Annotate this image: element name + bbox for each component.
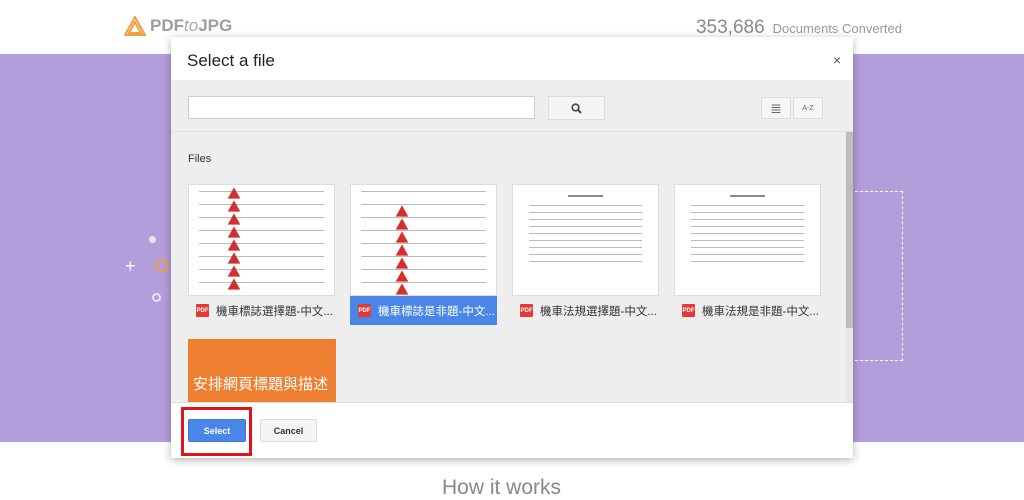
file-name: 機車法規是非題-中文... bbox=[702, 305, 819, 318]
dialog-title: Select a file bbox=[187, 51, 275, 70]
file-thumbnail bbox=[350, 184, 497, 296]
list-icon: ≣ bbox=[770, 99, 782, 116]
list-view-button[interactable]: ≣ bbox=[761, 97, 791, 119]
warning-sign-icon bbox=[395, 218, 409, 230]
circle-decoration-icon bbox=[155, 259, 168, 272]
warning-sign-icon bbox=[395, 270, 409, 282]
pdf-icon: PDF bbox=[196, 304, 209, 317]
image-tile-text: 安排網頁標題與描述 bbox=[193, 376, 329, 393]
count-label: Documents Converted bbox=[772, 21, 902, 36]
file-tile[interactable]: PDF 機車標誌選擇題-中文... bbox=[188, 184, 335, 325]
search-button[interactable] bbox=[548, 96, 605, 120]
warning-sign-icon bbox=[227, 187, 241, 199]
file-thumbnail bbox=[188, 184, 335, 296]
toolbar: ≣ A-Z bbox=[171, 80, 853, 132]
scrollbar-thumb[interactable] bbox=[846, 132, 853, 328]
close-icon[interactable]: × bbox=[833, 52, 841, 68]
sort-az-icon: A-Z bbox=[802, 104, 814, 112]
file-picker-dialog: Select a file × ≣ A-Z Files PDF 機車標誌選擇題-中… bbox=[171, 37, 853, 458]
warning-sign-icon bbox=[227, 265, 241, 277]
logo-text: PDF bbox=[150, 16, 184, 35]
file-thumbnail bbox=[512, 184, 659, 296]
dot-decoration-icon bbox=[149, 236, 156, 243]
warning-sign-icon bbox=[395, 257, 409, 269]
warning-sign-icon bbox=[395, 205, 409, 217]
warning-sign-icon bbox=[395, 283, 409, 295]
logo-text-to: to bbox=[184, 16, 199, 35]
warning-sign-icon bbox=[227, 239, 241, 251]
files-section-label: Files bbox=[188, 153, 212, 165]
warning-sign-icon bbox=[227, 200, 241, 212]
file-label: PDF 機車法規選擇題-中文... bbox=[512, 296, 659, 325]
warning-sign-icon bbox=[227, 213, 241, 225]
dropzone-outline bbox=[850, 191, 903, 361]
file-tile[interactable]: PDF 機車法規選擇題-中文... bbox=[512, 184, 659, 325]
dialog-footer: Select Cancel bbox=[171, 402, 853, 458]
file-label: PDF 機車法規是非題-中文... bbox=[674, 296, 821, 325]
documents-counter: 353,686 Documents Converted bbox=[696, 17, 902, 39]
file-tile-image[interactable]: 安排網頁標題與描述 bbox=[188, 339, 336, 402]
logo-icon bbox=[124, 16, 146, 36]
count-value: 353,686 bbox=[695, 17, 765, 38]
file-name: 機車法規選擇題-中文... bbox=[540, 305, 657, 318]
pdf-icon: PDF bbox=[520, 304, 533, 317]
warning-sign-icon bbox=[395, 244, 409, 256]
logo[interactable]: PDFtoJPG bbox=[124, 16, 232, 36]
warning-sign-icon bbox=[227, 252, 241, 264]
file-name: 機車標誌是非題-中文... bbox=[378, 305, 495, 318]
search-icon bbox=[571, 102, 582, 114]
pdf-icon: PDF bbox=[358, 304, 371, 317]
cancel-button[interactable]: Cancel bbox=[260, 419, 317, 442]
file-tile[interactable]: PDF 機車法規是非題-中文... bbox=[674, 184, 821, 325]
file-label: PDF 機車標誌是非題-中文... bbox=[350, 296, 497, 325]
file-tile[interactable]: PDF 機車標誌是非題-中文... bbox=[350, 184, 497, 325]
dialog-body: ≣ A-Z Files PDF 機車標誌選擇題-中文... PDF 機車標誌是非題-中… bbox=[171, 80, 853, 402]
warning-sign-icon bbox=[395, 231, 409, 243]
logo-text-end: JPG bbox=[198, 16, 233, 35]
plus-decoration-icon: + bbox=[125, 256, 136, 276]
how-it-works-heading: How it works bbox=[442, 476, 562, 499]
sort-button[interactable]: A-Z bbox=[793, 97, 823, 119]
pdf-icon: PDF bbox=[682, 304, 695, 317]
warning-sign-icon bbox=[227, 278, 241, 290]
file-thumbnail bbox=[674, 184, 821, 296]
file-label: PDF 機車標誌選擇題-中文... bbox=[188, 296, 335, 325]
highlight-box bbox=[181, 407, 252, 456]
warning-sign-icon bbox=[227, 226, 241, 238]
file-name: 機車標誌選擇題-中文... bbox=[216, 305, 333, 318]
search-input[interactable] bbox=[188, 96, 535, 119]
ring-decoration-icon bbox=[152, 293, 161, 302]
